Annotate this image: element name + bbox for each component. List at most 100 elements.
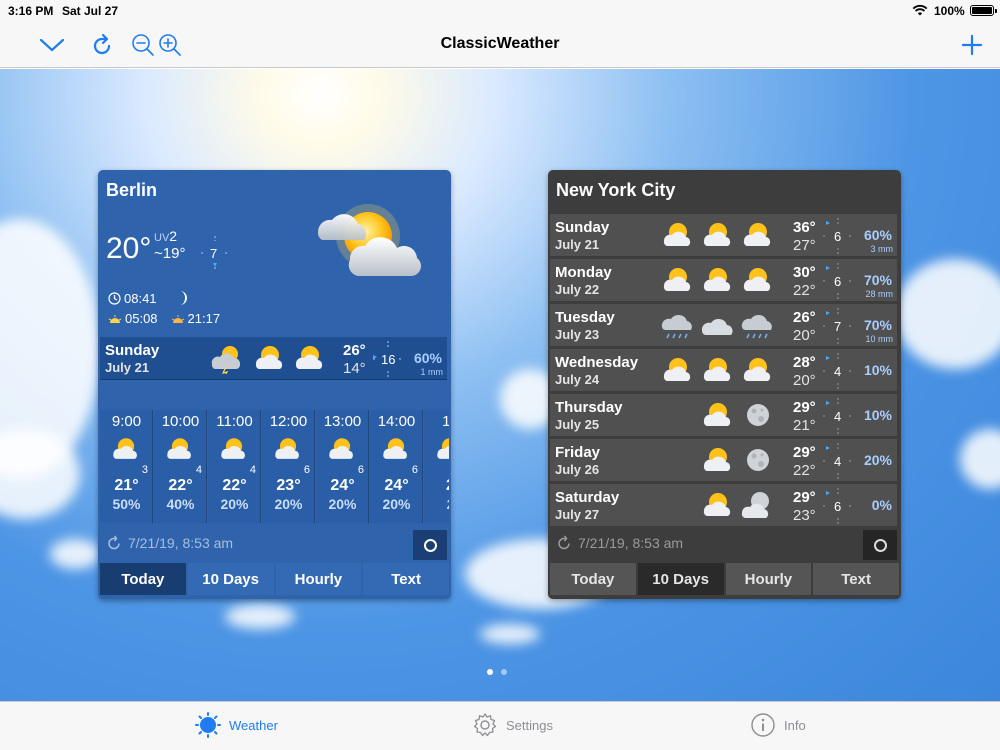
precipitation-chance: 60% [413, 350, 442, 366]
day-row[interactable]: Sunday July 21 36° 27° 6 60% 3 mm [550, 214, 897, 257]
plus-icon[interactable] [957, 30, 987, 60]
day-row[interactable]: Sunday July 21 26° 14° 16 60% 1 mm [100, 337, 447, 380]
refresh-icon [108, 535, 120, 550]
wind-speed: 7 [210, 246, 218, 261]
hour-wind: 4 [249, 464, 256, 476]
day-row[interactable]: Wednesday July 24 28° 20° 4 10% [550, 349, 897, 392]
sun-cloud-icon [383, 438, 407, 459]
day-row[interactable]: Friday July 26 29° 22° 4 20% [550, 439, 897, 482]
page-dot [501, 669, 507, 675]
hour-time: 14:00 [377, 413, 416, 430]
wind: 6 [823, 263, 853, 299]
wind-speed: 16 [381, 352, 396, 367]
weather-icons [663, 268, 771, 291]
day-icons [658, 264, 778, 296]
tab-text[interactable]: Text [363, 563, 449, 595]
tab-settings[interactable]: Settings [472, 712, 553, 738]
tab-text[interactable]: Text [813, 563, 899, 595]
tab-label: Weather [229, 717, 278, 733]
hour-time: 10:00 [161, 413, 200, 430]
sun-cloud-icon [703, 223, 731, 246]
hour-time: 9:00 [111, 413, 142, 430]
hour-column: 14:00 6 24° 20% [370, 410, 423, 523]
sun-cloud-icon [743, 268, 771, 291]
precipitation-chance: 70% [863, 272, 892, 288]
current-time: 08:41 [124, 291, 157, 306]
hour-precipitation: 20% [274, 496, 303, 512]
hour-wind: 4 [195, 464, 202, 476]
wind: 16 [373, 341, 403, 377]
hour-temperature: 24° [384, 477, 409, 494]
sunset-time: 21:17 [187, 311, 221, 326]
day-row[interactable]: Monday July 22 30° 22° 6 70% 28 mm [550, 259, 897, 302]
tab-today[interactable]: Today [550, 563, 636, 595]
high-temperature: 29° [793, 444, 816, 461]
hour-precipitation: 2 [424, 496, 449, 512]
high-temperature: 26° [343, 342, 366, 359]
tab-today[interactable]: Today [100, 563, 186, 595]
hour-precipitation: 40% [166, 496, 195, 512]
tab-label: Info [784, 717, 806, 733]
tab-10-days[interactable]: 10 Days [637, 563, 724, 595]
day-row[interactable]: Saturday July 27 29° 23° 6 0% [550, 484, 897, 527]
hour-temperature: 22° [168, 477, 193, 494]
location-toggle-button[interactable] [413, 530, 447, 560]
wind-speed: 6 [834, 229, 842, 244]
low-temperature: 20° [793, 327, 816, 344]
battery-percent: 100% [934, 4, 965, 18]
tab-info[interactable]: Info [750, 712, 806, 738]
day-row[interactable]: Thursday July 25 29° 21° 4 10% [550, 394, 897, 437]
sun-cloud-icon [703, 448, 731, 471]
precipitation-chance: 70% [863, 317, 892, 333]
hour-temperature: 23° [276, 477, 301, 494]
hour-temperature: 21° [114, 477, 139, 494]
tab-weather[interactable]: Weather [195, 712, 278, 738]
tab-10-days[interactable]: 10 Days [187, 563, 274, 595]
hour-precipitation: 50% [112, 496, 141, 512]
last-updated-time: 7/21/19, 8:53 am [578, 535, 684, 551]
hour-wind: 3 [141, 464, 148, 476]
view-tabs: Today 10 Days Hourly Text [100, 563, 449, 595]
precipitation-chance: 0% [871, 497, 892, 513]
sun-cloud-icon [329, 438, 353, 459]
new-york-city-card[interactable]: New York City Sunday July 21 36° 27° 6 60% 3 m… [548, 170, 901, 599]
wind-speed: 6 [834, 274, 842, 289]
day-icons [658, 489, 778, 521]
precipitation-chance: 10% [863, 362, 892, 378]
hour-wind: 6 [303, 464, 310, 476]
berlin-card[interactable]: Berlin 20° UV2 ~19° 7 08:41 05:08 21:17 [98, 170, 451, 599]
sun-cloud-icon [703, 493, 731, 516]
refresh-icon [558, 535, 570, 550]
wifi-icon [912, 4, 928, 16]
weather-icons [663, 223, 771, 246]
tab-hourly[interactable]: Hourly [275, 563, 362, 595]
day-icons [658, 354, 778, 386]
bottom-tab-bar: Weather Settings Info [0, 701, 1000, 750]
moon-cloud-icon [741, 492, 769, 518]
wind-speed: 4 [834, 409, 842, 424]
current-temperature: 20° [106, 232, 152, 265]
hour-wind: 6 [357, 464, 364, 476]
sun-times-row: 05:08 21:17 [108, 311, 220, 326]
hour-precipitation: 20% [382, 496, 411, 512]
hour-time: 13:00 [323, 413, 362, 430]
day-icons [658, 219, 778, 251]
sun-cloud-icon [255, 346, 283, 369]
day-row[interactable]: Tuesday July 23 26° 20° 7 70% 10 mm [550, 304, 897, 347]
page-indicator[interactable] [487, 669, 507, 675]
weather-icons [661, 314, 772, 339]
sun-cloud-icon [703, 403, 731, 426]
hourly-forecast[interactable]: 9:00 3 21° 50% 10:00 4 22° 40% 11:00 4 22° 20% 12:00… [100, 410, 449, 523]
status-date: Sat Jul 27 [62, 4, 119, 18]
location-toggle-button[interactable] [863, 530, 897, 560]
tab-hourly[interactable]: Hourly [725, 563, 812, 595]
hour-column: 15622 [424, 410, 449, 523]
status-time: 3:16 PM [8, 4, 54, 18]
navigation-bar: ClassicWeather [0, 22, 1000, 68]
wind: 6 [823, 218, 853, 254]
low-temperature: 22° [793, 282, 816, 299]
day-date: July 26 [555, 462, 600, 477]
sunrise-icon [108, 314, 122, 323]
day-date: July 21 [555, 237, 600, 252]
high-temperature: 36° [793, 219, 816, 236]
